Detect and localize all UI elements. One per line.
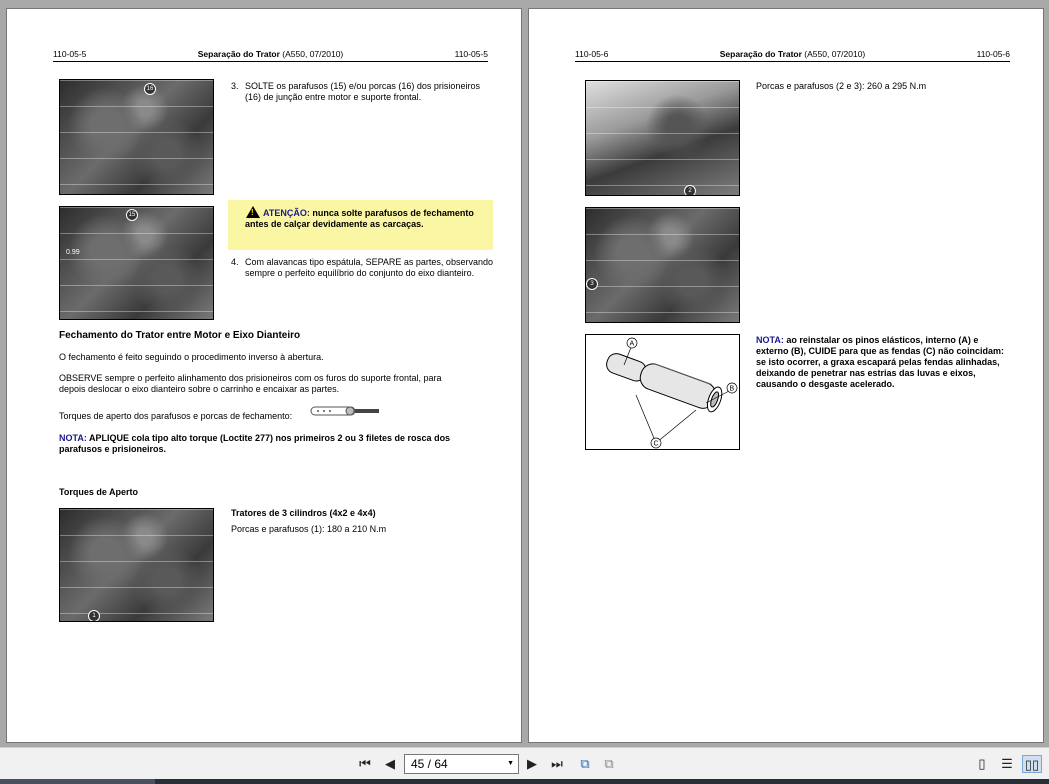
- rotate-icon[interactable]: ⧉: [575, 755, 595, 773]
- first-page-icon[interactable]: ⏮: [355, 755, 375, 773]
- torque-wrench-icon: [310, 406, 379, 416]
- page-header: 110-05-5 Separação do Trator (A550, 07/2…: [53, 49, 488, 62]
- torques-title: Torques de Aperto: [59, 487, 139, 497]
- warning-label: ATENÇÃO:: [263, 208, 310, 218]
- next-page-icon[interactable]: ▶: [522, 755, 542, 773]
- right-page: 110-05-6 Separação do Trator (A550, 07/2…: [528, 8, 1044, 743]
- continuous-icon[interactable]: ☰: [997, 755, 1017, 773]
- photo-engine-bolts: 16: [59, 79, 214, 195]
- copy-icon[interactable]: ⧉: [599, 755, 619, 773]
- left-page: 110-05-5 Separação do Trator (A550, 07/2…: [6, 8, 522, 743]
- paragraph-alignment: OBSERVE sempre o perfeito alinhamento do…: [59, 373, 442, 394]
- callout-label: 2: [684, 185, 696, 195]
- callout-c: C: [654, 441, 659, 448]
- diagram-elastic-pins: A B C: [585, 334, 740, 450]
- taskbar-tab[interactable]: [0, 779, 155, 784]
- callout-label: 15: [126, 209, 138, 221]
- page-number-select[interactable]: 45 / 64 ▼: [404, 754, 519, 774]
- dropdown-arrow-icon: ▼: [507, 760, 514, 767]
- taskbar-strip: [0, 779, 1049, 784]
- callout-label: 16: [144, 83, 156, 95]
- last-page-icon[interactable]: ⏭: [547, 755, 567, 773]
- page-indicator: 45 / 64: [411, 757, 448, 771]
- viewer-toolbar: ⏮ ◀ 45 / 64 ▼ ▶ ⏭ ⧉ ⧉ ▯ ☰ ▯▯: [0, 747, 1049, 780]
- callout-a: A: [630, 341, 635, 348]
- nota-loctite: NOTA: APLIQUE cola tipo alto torque (Loc…: [59, 433, 451, 454]
- header-page-code-right: 110-05-5: [454, 49, 488, 59]
- warning-box: ATENÇÃO: nunca solte parafusos de fecham…: [228, 200, 493, 250]
- tractors-title: Tratores de 3 cilindros (4x2 e 4x4): [231, 508, 376, 518]
- two-page-icon[interactable]: ▯▯: [1022, 755, 1042, 773]
- photo-front-support: 2: [585, 80, 740, 196]
- nota-elastic-pins: NOTA: ao reinstalar os pinos elásticos, …: [756, 335, 1005, 389]
- prev-page-icon[interactable]: ◀: [380, 755, 400, 773]
- callout-b: B: [730, 386, 735, 393]
- header-page-code-right: 110-05-6: [976, 49, 1010, 59]
- photo-axle-housing: 3: [585, 207, 740, 323]
- paragraph-procedure: O fechamento é feito seguindo o procedim…: [59, 352, 324, 362]
- callout-label: 3: [586, 278, 598, 290]
- pins-drawing: A B C: [606, 337, 738, 449]
- tractors-spec: Porcas e parafusos (1): 180 a 210 N.m: [231, 524, 387, 534]
- header-title: Separação do Trator (A550, 07/2010): [719, 49, 866, 59]
- photo-engine-separation: 15 0.99: [59, 206, 214, 320]
- photo-engine-front: 1: [59, 508, 214, 622]
- header-title: Separação do Trator (A550, 07/2010): [197, 49, 344, 59]
- section-title: Fechamento do Trator entre Motor e Eixo …: [59, 330, 301, 341]
- photo-annotation: 0.99: [66, 249, 80, 256]
- page-header: 110-05-6 Separação do Trator (A550, 07/2…: [575, 49, 1010, 62]
- paragraph-torques: Torques de aperto dos parafusos e porcas…: [59, 411, 293, 421]
- callout-label: 1: [88, 610, 100, 621]
- spec-bolts: Porcas e parafusos (2 e 3): 260 a 295 N.…: [756, 81, 927, 91]
- single-page-icon[interactable]: ▯: [972, 755, 992, 773]
